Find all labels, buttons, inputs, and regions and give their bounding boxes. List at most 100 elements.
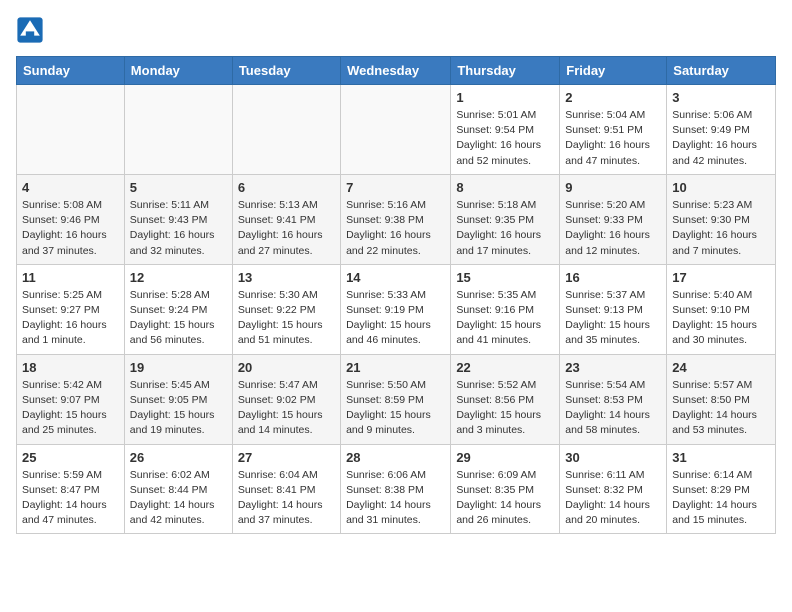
- calendar-cell: 29 Sunrise: 6:09 AM Sunset: 8:35 PM Dayli…: [451, 444, 560, 534]
- day-number: 31: [672, 450, 770, 465]
- col-header-wednesday: Wednesday: [341, 57, 451, 85]
- calendar-cell: 13Sunrise: 5:30 AM Sunset: 9:22 PM Dayli…: [232, 264, 340, 354]
- week-row-3: 11Sunrise: 5:25 AM Sunset: 9:27 PM Dayli…: [17, 264, 776, 354]
- day-number: 1: [456, 90, 554, 105]
- calendar-table: SundayMondayTuesdayWednesdayThursdayFrid…: [16, 56, 776, 534]
- calendar-cell: 6 Sunrise: 5:13 AM Sunset: 9:41 PM Daylig…: [232, 174, 340, 264]
- week-row-1: 1 Sunrise: 5:01 AM Sunset: 9:54 PM Daylig…: [17, 85, 776, 175]
- calendar-cell: [17, 85, 125, 175]
- day-number: 16: [565, 270, 661, 285]
- day-info: Sunrise: 5:45 AM Sunset: 9:05 PM Dayligh…: [130, 378, 227, 439]
- day-info: Sunrise: 5:28 AM Sunset: 9:24 PM Dayligh…: [130, 288, 227, 349]
- day-number: 6: [238, 180, 335, 195]
- calendar-cell: 7 Sunrise: 5:16 AM Sunset: 9:38 PM Daylig…: [341, 174, 451, 264]
- calendar-cell: 4 Sunrise: 5:08 AM Sunset: 9:46 PM Daylig…: [17, 174, 125, 264]
- day-number: 23: [565, 360, 661, 375]
- day-number: 17: [672, 270, 770, 285]
- day-info: Sunrise: 6:09 AM Sunset: 8:35 PM Dayligh…: [456, 468, 554, 529]
- calendar-cell: 26 Sunrise: 6:02 AM Sunset: 8:44 PM Dayli…: [124, 444, 232, 534]
- calendar-cell: 5Sunrise: 5:11 AM Sunset: 9:43 PM Daylig…: [124, 174, 232, 264]
- day-info: Sunrise: 6:04 AM Sunset: 8:41 PM Dayligh…: [238, 468, 335, 529]
- day-number: 14: [346, 270, 445, 285]
- day-number: 7: [346, 180, 445, 195]
- calendar-cell: 14 Sunrise: 5:33 AM Sunset: 9:19 PM Dayli…: [341, 264, 451, 354]
- day-number: 22: [456, 360, 554, 375]
- calendar-cell: 25 Sunrise: 5:59 AM Sunset: 8:47 PM Dayli…: [17, 444, 125, 534]
- day-info: Sunrise: 5:23 AM Sunset: 9:30 PM Dayligh…: [672, 198, 770, 259]
- day-number: 5: [130, 180, 227, 195]
- calendar-cell: 30Sunrise: 6:11 AM Sunset: 8:32 PM Dayli…: [560, 444, 667, 534]
- calendar-cell: 11Sunrise: 5:25 AM Sunset: 9:27 PM Dayli…: [17, 264, 125, 354]
- day-number: 12: [130, 270, 227, 285]
- day-info: Sunrise: 5:08 AM Sunset: 9:46 PM Dayligh…: [22, 198, 119, 259]
- day-number: 27: [238, 450, 335, 465]
- day-number: 29: [456, 450, 554, 465]
- day-info: Sunrise: 5:13 AM Sunset: 9:41 PM Dayligh…: [238, 198, 335, 259]
- day-number: 8: [456, 180, 554, 195]
- day-number: 15: [456, 270, 554, 285]
- day-number: 10: [672, 180, 770, 195]
- col-header-tuesday: Tuesday: [232, 57, 340, 85]
- calendar-cell: 19 Sunrise: 5:45 AM Sunset: 9:05 PM Dayli…: [124, 354, 232, 444]
- day-info: Sunrise: 5:18 AM Sunset: 9:35 PM Dayligh…: [456, 198, 554, 259]
- day-number: 20: [238, 360, 335, 375]
- day-info: Sunrise: 5:59 AM Sunset: 8:47 PM Dayligh…: [22, 468, 119, 529]
- day-info: Sunrise: 5:47 AM Sunset: 9:02 PM Dayligh…: [238, 378, 335, 439]
- logo: [16, 16, 48, 44]
- calendar-cell: 21 Sunrise: 5:50 AM Sunset: 8:59 PM Dayli…: [341, 354, 451, 444]
- calendar-cell: 15 Sunrise: 5:35 AM Sunset: 9:16 PM Dayli…: [451, 264, 560, 354]
- col-header-sunday: Sunday: [17, 57, 125, 85]
- calendar-cell: 27 Sunrise: 6:04 AM Sunset: 8:41 PM Dayli…: [232, 444, 340, 534]
- calendar-cell: 17 Sunrise: 5:40 AM Sunset: 9:10 PM Dayli…: [667, 264, 776, 354]
- calendar-cell: [124, 85, 232, 175]
- day-info: Sunrise: 5:04 AM Sunset: 9:51 PM Dayligh…: [565, 108, 661, 169]
- day-info: Sunrise: 5:16 AM Sunset: 9:38 PM Dayligh…: [346, 198, 445, 259]
- day-info: Sunrise: 5:37 AM Sunset: 9:13 PM Dayligh…: [565, 288, 661, 349]
- day-info: Sunrise: 5:01 AM Sunset: 9:54 PM Dayligh…: [456, 108, 554, 169]
- day-info: Sunrise: 6:14 AM Sunset: 8:29 PM Dayligh…: [672, 468, 770, 529]
- col-header-friday: Friday: [560, 57, 667, 85]
- header-row: SundayMondayTuesdayWednesdayThursdayFrid…: [17, 57, 776, 85]
- day-info: Sunrise: 6:02 AM Sunset: 8:44 PM Dayligh…: [130, 468, 227, 529]
- day-number: 25: [22, 450, 119, 465]
- col-header-monday: Monday: [124, 57, 232, 85]
- day-number: 19: [130, 360, 227, 375]
- calendar-cell: [232, 85, 340, 175]
- day-info: Sunrise: 6:06 AM Sunset: 8:38 PM Dayligh…: [346, 468, 445, 529]
- calendar-cell: 1 Sunrise: 5:01 AM Sunset: 9:54 PM Daylig…: [451, 85, 560, 175]
- day-number: 30: [565, 450, 661, 465]
- week-row-4: 18Sunrise: 5:42 AM Sunset: 9:07 PM Dayli…: [17, 354, 776, 444]
- calendar-cell: 28 Sunrise: 6:06 AM Sunset: 8:38 PM Dayli…: [341, 444, 451, 534]
- day-number: 24: [672, 360, 770, 375]
- day-number: 28: [346, 450, 445, 465]
- calendar-cell: 16 Sunrise: 5:37 AM Sunset: 9:13 PM Dayli…: [560, 264, 667, 354]
- logo-icon: [16, 16, 44, 44]
- col-header-saturday: Saturday: [667, 57, 776, 85]
- calendar-cell: 23Sunrise: 5:54 AM Sunset: 8:53 PM Dayli…: [560, 354, 667, 444]
- day-number: 2: [565, 90, 661, 105]
- page-header: [16, 16, 776, 44]
- day-number: 4: [22, 180, 119, 195]
- day-info: Sunrise: 5:30 AM Sunset: 9:22 PM Dayligh…: [238, 288, 335, 349]
- day-number: 26: [130, 450, 227, 465]
- week-row-2: 4 Sunrise: 5:08 AM Sunset: 9:46 PM Daylig…: [17, 174, 776, 264]
- calendar-cell: 8 Sunrise: 5:18 AM Sunset: 9:35 PM Daylig…: [451, 174, 560, 264]
- day-info: Sunrise: 5:57 AM Sunset: 8:50 PM Dayligh…: [672, 378, 770, 439]
- col-header-thursday: Thursday: [451, 57, 560, 85]
- day-info: Sunrise: 5:52 AM Sunset: 8:56 PM Dayligh…: [456, 378, 554, 439]
- calendar-cell: 31 Sunrise: 6:14 AM Sunset: 8:29 PM Dayli…: [667, 444, 776, 534]
- day-info: Sunrise: 5:40 AM Sunset: 9:10 PM Dayligh…: [672, 288, 770, 349]
- calendar-cell: 20 Sunrise: 5:47 AM Sunset: 9:02 PM Dayli…: [232, 354, 340, 444]
- day-number: 3: [672, 90, 770, 105]
- calendar-cell: 12 Sunrise: 5:28 AM Sunset: 9:24 PM Dayli…: [124, 264, 232, 354]
- calendar-cell: 18Sunrise: 5:42 AM Sunset: 9:07 PM Dayli…: [17, 354, 125, 444]
- calendar-cell: 22 Sunrise: 5:52 AM Sunset: 8:56 PM Dayli…: [451, 354, 560, 444]
- day-info: Sunrise: 5:20 AM Sunset: 9:33 PM Dayligh…: [565, 198, 661, 259]
- day-info: Sunrise: 5:33 AM Sunset: 9:19 PM Dayligh…: [346, 288, 445, 349]
- calendar-cell: [341, 85, 451, 175]
- day-number: 21: [346, 360, 445, 375]
- day-info: Sunrise: 5:06 AM Sunset: 9:49 PM Dayligh…: [672, 108, 770, 169]
- calendar-cell: 24 Sunrise: 5:57 AM Sunset: 8:50 PM Dayli…: [667, 354, 776, 444]
- day-info: Sunrise: 5:35 AM Sunset: 9:16 PM Dayligh…: [456, 288, 554, 349]
- day-info: Sunrise: 5:50 AM Sunset: 8:59 PM Dayligh…: [346, 378, 445, 439]
